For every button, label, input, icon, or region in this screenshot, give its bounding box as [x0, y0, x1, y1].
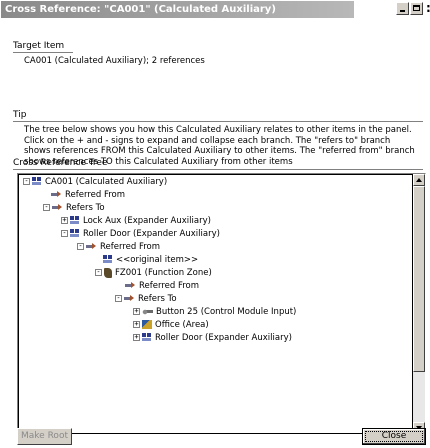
reference-arrow-icon: [51, 190, 62, 199]
tree-node-label[interactable]: <<original item>>: [116, 255, 198, 265]
variable-icon: [32, 177, 42, 186]
reference-arrow-icon: [52, 203, 63, 212]
collapse-icon[interactable]: -: [43, 204, 50, 211]
tree-node-label[interactable]: Refers To: [66, 203, 105, 213]
tree-node-label[interactable]: Lock Aux (Expander Auxiliary): [83, 216, 211, 226]
tree-node[interactable]: - Referred From: [77, 241, 160, 254]
tree-node[interactable]: - Refers To: [115, 293, 177, 306]
collapse-icon[interactable]: -: [115, 295, 122, 302]
module-icon: [142, 307, 153, 316]
window-controls: :: [396, 2, 430, 15]
tree-node-label[interactable]: Referred From: [100, 242, 160, 252]
tree-node[interactable]: - FZ001 (Function Zone): [95, 267, 212, 280]
tip-divider: [13, 121, 423, 123]
tree-node-label[interactable]: Roller Door (Expander Auxiliary): [83, 229, 220, 239]
tree-node-label[interactable]: Office (Area): [155, 320, 209, 330]
tree-node[interactable]: <<original item>>: [103, 254, 198, 267]
scrollbar-thumb[interactable]: [413, 186, 425, 372]
scroll-up-icon[interactable]: [413, 174, 425, 186]
window-title: Cross Reference: "CA001" (Calculated Aux…: [1, 1, 354, 18]
tree-node-label[interactable]: Referred From: [65, 190, 125, 200]
tree-divider: [13, 169, 423, 171]
office-icon: [142, 320, 152, 329]
tree-node-label[interactable]: Roller Door (Expander Auxiliary): [155, 333, 292, 343]
expand-icon[interactable]: +: [133, 334, 140, 341]
collapse-icon[interactable]: -: [61, 230, 68, 237]
make-root-button[interactable]: Make Root: [17, 428, 72, 445]
tree-node[interactable]: + Button 25 (Control Module Input): [133, 306, 296, 319]
target-item-divider: [13, 52, 73, 54]
vertical-scrollbar[interactable]: [413, 174, 425, 434]
tree-node-label[interactable]: Referred From: [139, 281, 199, 291]
collapse-icon[interactable]: -: [23, 178, 30, 185]
zone-icon: [104, 267, 112, 278]
cross-reference-tree-label: Cross Reference Tree: [13, 158, 108, 168]
variable-icon: [70, 216, 80, 225]
tree-node[interactable]: - CA001 (Calculated Auxiliary): [23, 176, 167, 189]
target-item-label: Target Item: [13, 41, 65, 51]
reference-arrow-icon: [125, 281, 136, 290]
tree-view[interactable]: - CA001 (Calculated Auxiliary) Referred F…: [18, 174, 413, 434]
tree-node-label[interactable]: Button 25 (Control Module Input): [156, 307, 296, 317]
tree-node[interactable]: + Roller Door (Expander Auxiliary): [133, 332, 292, 345]
reference-arrow-icon: [86, 242, 97, 251]
tree-node[interactable]: + Lock Aux (Expander Auxiliary): [61, 215, 211, 228]
expand-icon[interactable]: +: [133, 321, 140, 328]
target-item-value: CA001 (Calculated Auxiliary); 2 referenc…: [24, 56, 205, 66]
tree-node-label[interactable]: FZ001 (Function Zone): [115, 268, 212, 278]
reference-arrow-icon: [124, 294, 135, 303]
close-icon[interactable]: :: [426, 2, 430, 15]
variable-icon: [142, 333, 152, 342]
expand-icon[interactable]: +: [61, 217, 68, 224]
close-button[interactable]: Close: [362, 428, 426, 445]
variable-icon: [70, 229, 80, 238]
tree-node[interactable]: - Roller Door (Expander Auxiliary): [61, 228, 220, 241]
tree-node[interactable]: + Office (Area): [133, 319, 209, 332]
variable-icon: [103, 255, 113, 264]
cross-reference-tree[interactable]: - CA001 (Calculated Auxiliary) Referred F…: [17, 173, 426, 435]
tip-label: Tip: [13, 110, 27, 120]
minimize-icon[interactable]: [396, 2, 409, 15]
collapse-icon[interactable]: -: [95, 269, 102, 276]
collapse-icon[interactable]: -: [77, 243, 84, 250]
tree-node[interactable]: Referred From: [125, 280, 199, 293]
tree-node[interactable]: - Refers To: [43, 202, 105, 215]
tree-node-label[interactable]: Refers To: [138, 294, 177, 304]
expand-icon[interactable]: +: [133, 308, 140, 315]
maximize-icon[interactable]: [410, 2, 423, 15]
title-bar[interactable]: Cross Reference: "CA001" (Calculated Aux…: [0, 0, 430, 19]
tree-node-label[interactable]: CA001 (Calculated Auxiliary): [45, 177, 167, 187]
tree-node[interactable]: Referred From: [51, 189, 125, 202]
